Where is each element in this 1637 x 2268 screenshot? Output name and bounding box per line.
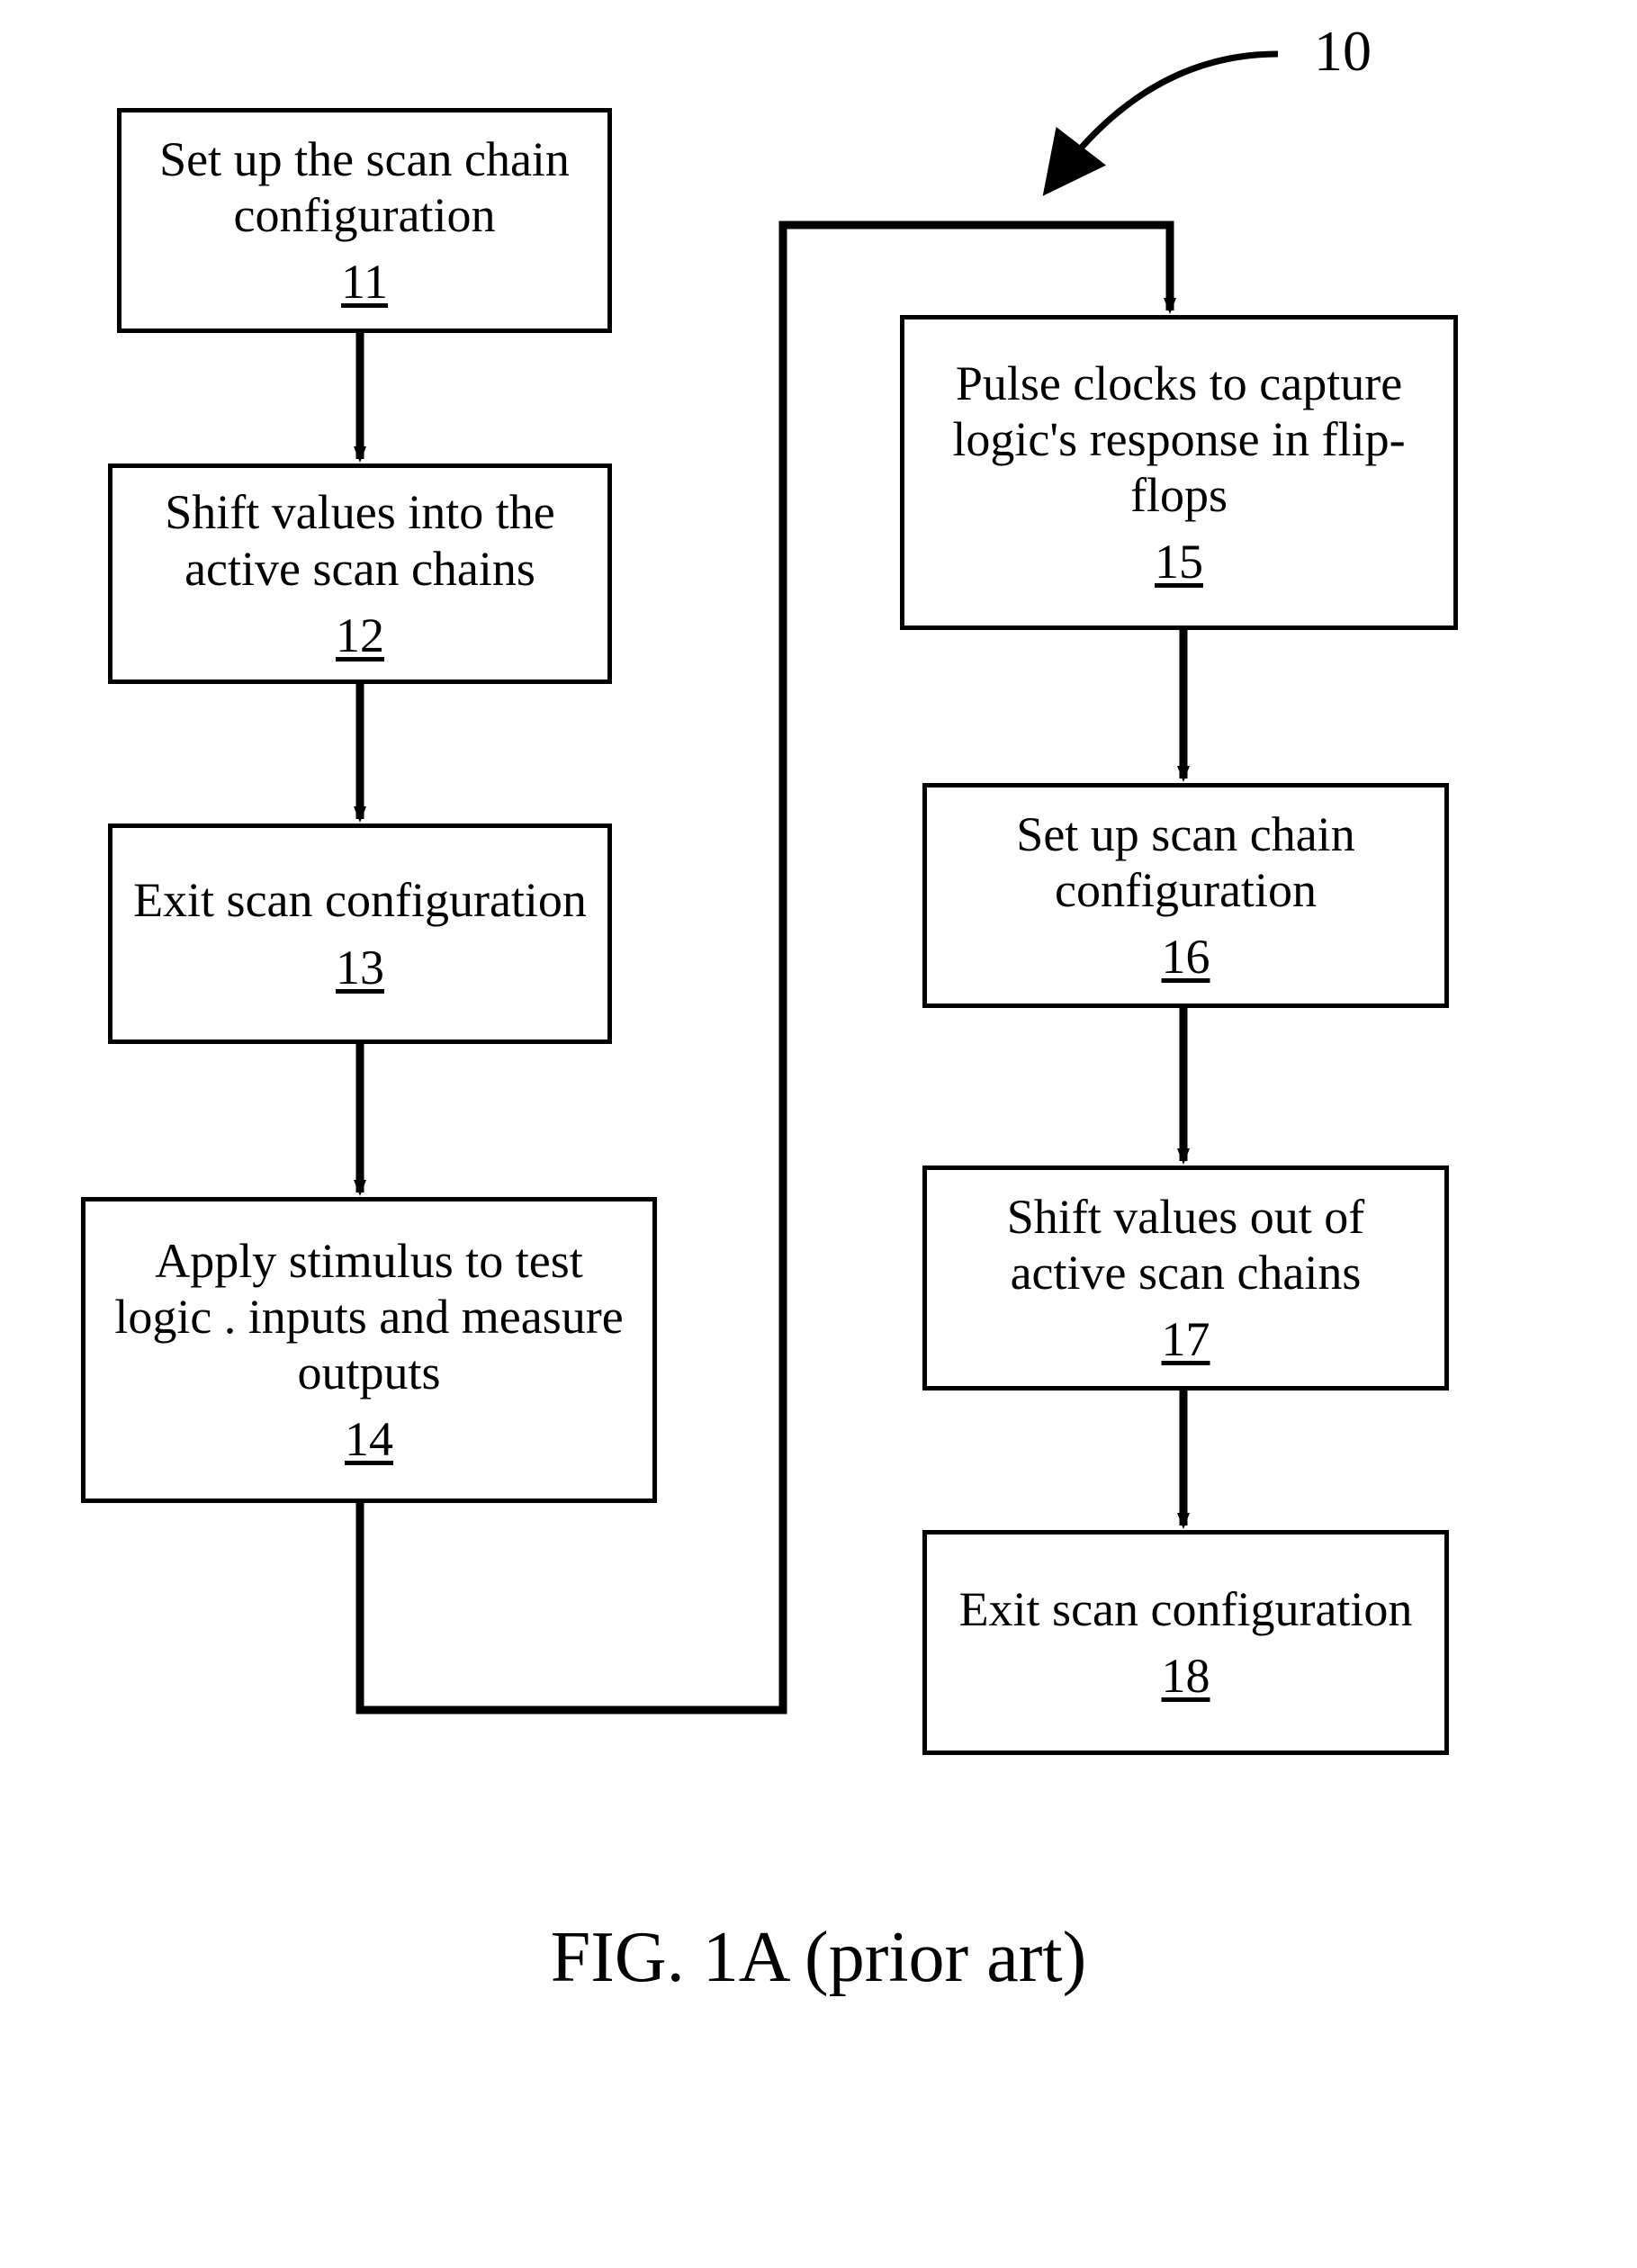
flowchart-canvas: 10 Set up the scan chain configuration 1… [0, 0, 1637, 2268]
figure-caption: FIG. 1A (prior art) [0, 1917, 1637, 1999]
